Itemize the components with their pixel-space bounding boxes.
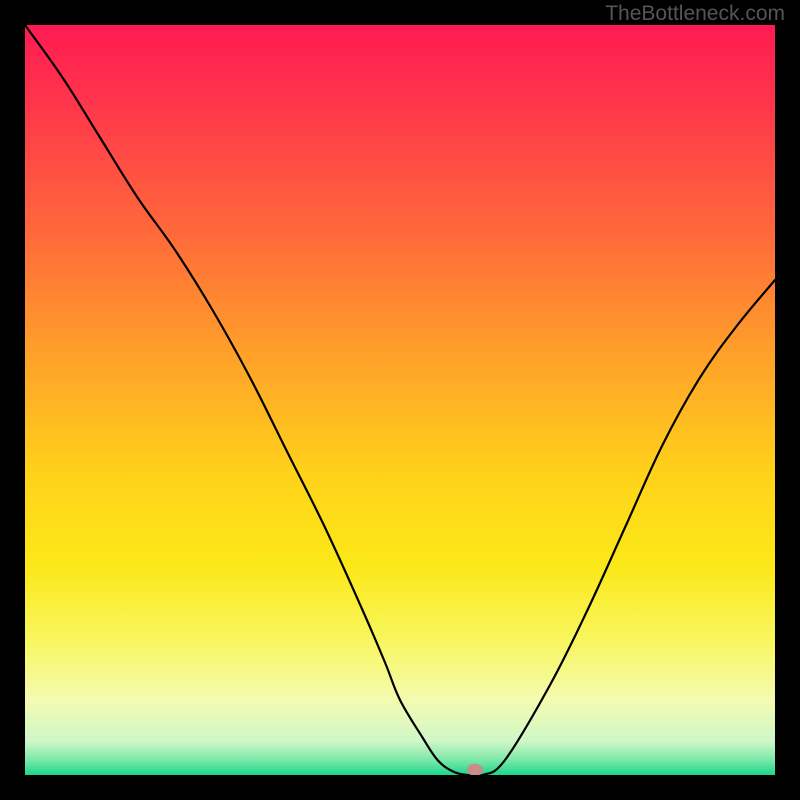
chart-background bbox=[25, 25, 775, 775]
watermark-text: TheBottleneck.com bbox=[605, 2, 785, 26]
chart-plot-area bbox=[25, 25, 775, 775]
chart-svg bbox=[25, 25, 775, 775]
